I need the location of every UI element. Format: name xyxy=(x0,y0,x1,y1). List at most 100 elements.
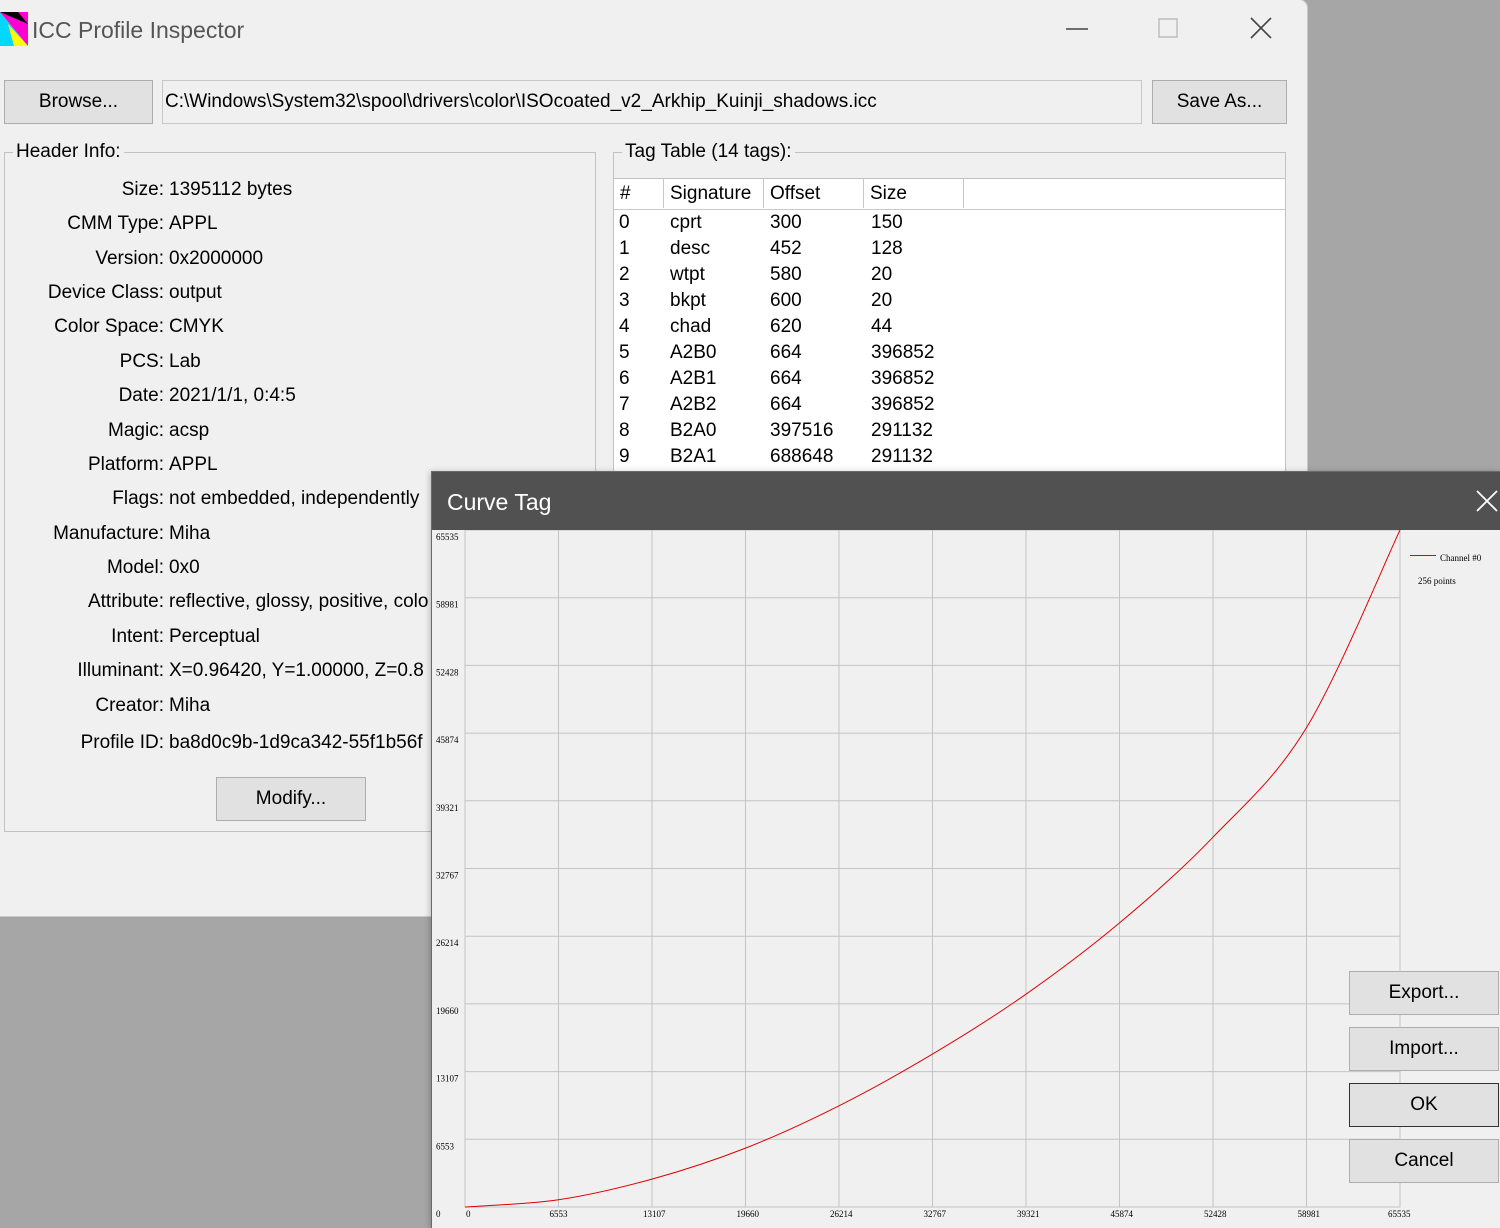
legend-series-name: Channel #0 xyxy=(1440,553,1482,563)
header-field-value: Perceptual xyxy=(169,626,260,647)
tag-signature-cell: bkpt xyxy=(670,290,706,311)
y-tick-label: 52428 xyxy=(436,667,459,677)
app-icon xyxy=(0,12,28,46)
maximize-icon[interactable] xyxy=(1151,14,1185,44)
table-row[interactable]: 9 B2A1 688648 291132 xyxy=(614,445,1285,471)
table-row[interactable]: 7 A2B2 664 396852 xyxy=(614,393,1285,419)
header-field-label: CMM Type: xyxy=(67,213,164,234)
header-field-row: Device Class: output xyxy=(5,282,605,312)
tag-index-cell: 1 xyxy=(619,238,630,259)
header-field-label: Platform: xyxy=(87,454,164,475)
curve-tag-dialog: Curve Tag 0 0 6553 6553 13107 13107 19660 19660… xyxy=(432,472,1500,1228)
header-field-value: 0x0 xyxy=(169,557,200,578)
x-tick-label: 58981 xyxy=(1298,1209,1321,1219)
profile-path-field[interactable]: C:\Windows\System32\spool\drivers\color\… xyxy=(162,80,1142,124)
tag-index-cell: 0 xyxy=(619,212,630,233)
header-field-value: CMYK xyxy=(169,316,224,337)
table-row[interactable]: 2 wtpt 580 20 xyxy=(614,263,1285,289)
minimize-icon[interactable] xyxy=(1060,14,1094,44)
x-tick-label: 39321 xyxy=(1017,1209,1040,1219)
tag-index-cell: 3 xyxy=(619,290,630,311)
table-row[interactable]: 3 bkpt 600 20 xyxy=(614,289,1285,315)
tag-size-cell: 396852 xyxy=(871,368,935,389)
header-field-label: Version: xyxy=(95,248,164,269)
legend-swatch-channel-0 xyxy=(1410,555,1436,556)
tag-offset-cell: 664 xyxy=(770,368,802,389)
x-tick-label: 26214 xyxy=(830,1209,853,1219)
header-field-value: 2021/1/1, 0:4:5 xyxy=(169,385,296,406)
save-as-button[interactable]: Save As... xyxy=(1152,80,1287,124)
header-field-label: Size: xyxy=(121,179,164,200)
tag-signature-cell: A2B0 xyxy=(670,342,717,363)
tag-index-cell: 7 xyxy=(619,394,630,415)
header-field-value: ba8d0c9b-1d9ca342-55f1b56f xyxy=(169,732,423,753)
header-field-value: acsp xyxy=(169,420,210,441)
tag-offset-cell: 664 xyxy=(770,394,802,415)
ok-button[interactable]: OK xyxy=(1349,1083,1499,1127)
export-button[interactable]: Export... xyxy=(1349,971,1499,1015)
header-field-value: APPL xyxy=(169,454,218,475)
table-row[interactable]: 8 B2A0 397516 291132 xyxy=(614,419,1285,445)
header-field-value: Lab xyxy=(169,351,201,372)
header-field-label: Model: xyxy=(106,557,164,578)
tag-signature-cell: wtpt xyxy=(670,264,705,285)
header-field-label: Magic: xyxy=(108,420,164,441)
table-row[interactable]: 5 A2B0 664 396852 xyxy=(614,341,1285,367)
tag-index-cell: 6 xyxy=(619,368,630,389)
y-tick-label: 26214 xyxy=(436,938,459,948)
header-field-value: Miha xyxy=(169,523,211,544)
modify-button[interactable]: Modify... xyxy=(216,777,366,821)
tag-size-cell: 291132 xyxy=(871,446,933,467)
tag-index-cell: 9 xyxy=(619,446,630,467)
header-field-row: PCS: Lab xyxy=(5,351,605,381)
header-field-row: Version: 0x2000000 xyxy=(5,248,605,278)
tag-signature-cell: B2A0 xyxy=(670,420,717,441)
header-field-label: Creator: xyxy=(95,695,164,716)
header-field-value: 0x2000000 xyxy=(169,248,264,269)
y-tick-label: 58981 xyxy=(436,600,459,610)
header-field-label: PCS: xyxy=(119,351,164,372)
tag-offset-cell: 688648 xyxy=(770,446,834,467)
y-tick-label: 39321 xyxy=(436,803,459,813)
header-info-title: Header Info: xyxy=(13,141,124,163)
table-row[interactable]: 4 chad 620 44 xyxy=(614,315,1285,341)
tag-signature-cell: chad xyxy=(670,316,712,337)
column-header-signature[interactable]: Signature xyxy=(664,179,764,208)
tag-size-cell: 20 xyxy=(871,290,893,311)
tag-signature-cell: desc xyxy=(670,238,711,259)
import-button[interactable]: Import... xyxy=(1349,1027,1499,1071)
tag-size-cell: 396852 xyxy=(871,342,935,363)
tag-size-cell: 44 xyxy=(871,316,893,337)
y-tick-label: 32767 xyxy=(436,871,459,881)
table-row[interactable]: 0 cprt 300 150 xyxy=(614,211,1285,237)
curve-plot: 0 0 6553 6553 13107 13107 19660 19660 26214 26214… xyxy=(436,530,1411,1219)
x-tick-label: 19660 xyxy=(737,1209,760,1219)
tag-table[interactable]: # Signature Offset Size 0 cprt 300 150 1 desc… xyxy=(613,178,1286,474)
close-icon[interactable] xyxy=(1244,14,1278,44)
x-tick-label: 52428 xyxy=(1204,1209,1227,1219)
tag-size-cell: 291132 xyxy=(871,420,933,441)
header-field-row: Color Space: CMYK xyxy=(5,316,605,346)
column-header-size[interactable]: Size xyxy=(864,179,964,208)
header-field-label: Device Class: xyxy=(47,282,164,303)
y-tick-label: 19660 xyxy=(436,1006,459,1016)
curve-dialog-title-bar[interactable]: Curve Tag xyxy=(432,472,1500,530)
tag-size-cell: 20 xyxy=(871,264,893,285)
header-field-row: Size: 1395112 bytes xyxy=(5,179,605,209)
header-field-label: Manufacture: xyxy=(53,523,164,544)
column-header-number[interactable]: # xyxy=(614,179,664,208)
curve-dialog-title: Curve Tag xyxy=(447,489,552,515)
cancel-button[interactable]: Cancel xyxy=(1349,1139,1499,1183)
table-row[interactable]: 6 A2B1 664 396852 xyxy=(614,367,1285,393)
title-bar[interactable]: ICC Profile Inspector xyxy=(0,0,1307,60)
table-row[interactable]: 1 desc 452 128 xyxy=(614,237,1285,263)
tag-table-group: Tag Table (14 tags): xyxy=(613,141,1286,180)
column-header-offset[interactable]: Offset xyxy=(764,179,864,208)
browse-button[interactable]: Browse... xyxy=(4,80,153,124)
tag-table-header: # Signature Offset Size xyxy=(614,179,1285,210)
tag-offset-cell: 664 xyxy=(770,342,802,363)
tag-signature-cell: A2B1 xyxy=(670,368,717,389)
x-tick-label: 6553 xyxy=(550,1209,569,1219)
close-icon[interactable] xyxy=(1474,488,1500,514)
header-field-value: output xyxy=(169,282,222,303)
